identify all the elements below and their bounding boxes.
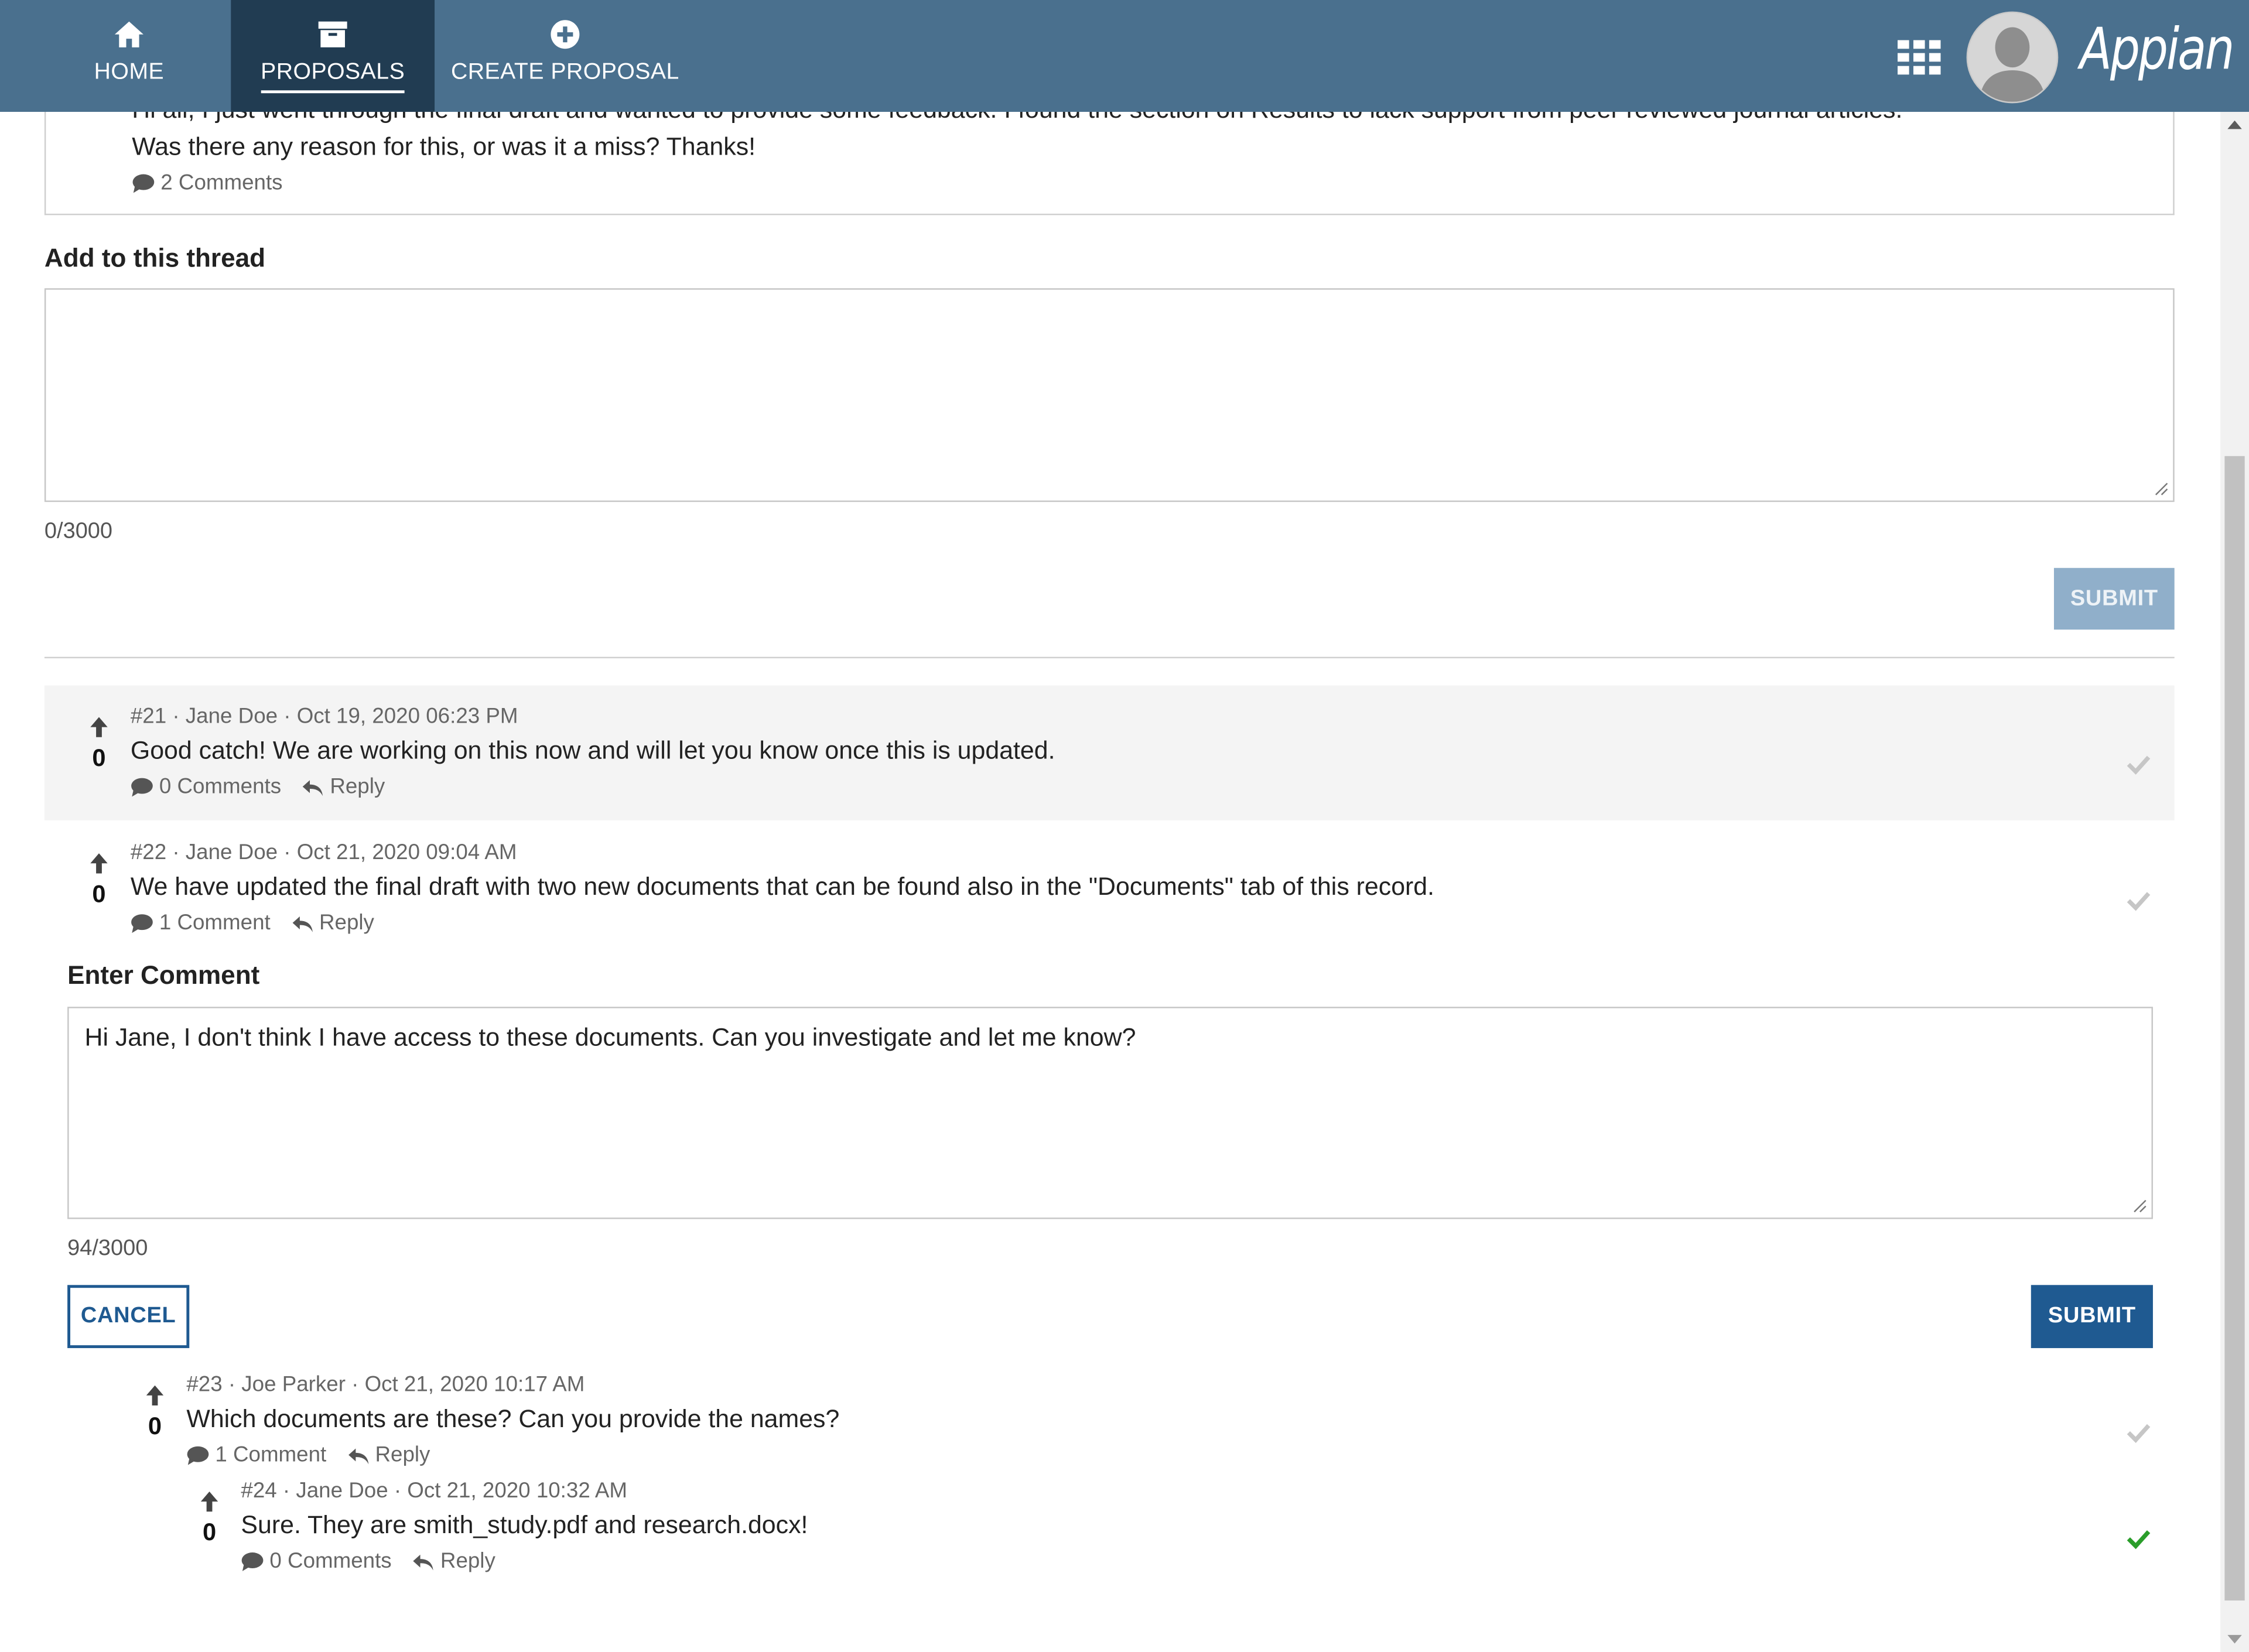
resize-grip-icon[interactable] bbox=[2133, 1199, 2147, 1213]
accept-check-icon[interactable] bbox=[2125, 753, 2151, 776]
comment-meta: #21 · Jane Doe · Oct 19, 2020 06:23 PM bbox=[130, 704, 518, 729]
comments-label: 0 Comments bbox=[159, 774, 282, 799]
scroll-down-arrow-icon[interactable] bbox=[2227, 1634, 2242, 1644]
avatar[interactable] bbox=[1966, 11, 2059, 104]
reply-label: Reply bbox=[319, 911, 374, 935]
reply-icon bbox=[302, 779, 323, 795]
reply-link[interactable]: Reply bbox=[347, 1442, 430, 1468]
comment-body: Good catch! We are working on this now a… bbox=[130, 736, 1055, 765]
reply-link[interactable]: Reply bbox=[290, 911, 374, 935]
resize-grip-icon[interactable] bbox=[2154, 482, 2168, 496]
reply-label: Reply bbox=[375, 1442, 430, 1468]
reply-icon bbox=[347, 1448, 368, 1464]
nav-create-proposal[interactable]: CREATE PROPOSAL bbox=[445, 0, 685, 112]
reply-icon bbox=[292, 915, 312, 932]
nav-create-label: CREATE PROPOSAL bbox=[450, 60, 679, 85]
comment-meta: #23 · Joe Parker · Oct 21, 2020 10:17 AM bbox=[186, 1372, 585, 1397]
comment-submit-button[interactable]: SUBMIT bbox=[2031, 1285, 2153, 1349]
top-navbar: HOME PROPOSALS CREATE PROPOSAL Appian bbox=[0, 0, 2249, 112]
nav-home-label: HOME bbox=[94, 60, 165, 85]
accept-check-icon[interactable] bbox=[2125, 889, 2151, 912]
thread-submit-button[interactable]: SUBMIT bbox=[2053, 567, 2175, 630]
comments-label: 0 Comments bbox=[269, 1548, 392, 1574]
accepted-check-icon[interactable] bbox=[2125, 1527, 2151, 1550]
comments-link[interactable]: 0 Comments bbox=[241, 1548, 392, 1574]
upvote-arrow-icon[interactable] bbox=[143, 1384, 166, 1407]
reply-link[interactable]: Reply bbox=[301, 774, 385, 799]
comment-icon bbox=[131, 914, 153, 932]
vote-block: 0 bbox=[82, 716, 117, 773]
post-meta: 2 Comments bbox=[132, 170, 303, 195]
vote-block: 0 bbox=[82, 852, 117, 909]
appian-logo: Appian bbox=[2080, 17, 2234, 84]
nav-proposals-label: PROPOSALS bbox=[261, 60, 405, 94]
nav-proposals[interactable]: PROPOSALS bbox=[231, 0, 435, 112]
post-text-line-2: Was there any reason for this, or was it… bbox=[132, 132, 756, 161]
vote-score: 0 bbox=[92, 744, 106, 772]
post-comments-link[interactable]: 2 Comments bbox=[132, 170, 283, 196]
comment-char-counter: 94/3000 bbox=[67, 1236, 148, 1261]
plus-circle-icon bbox=[551, 20, 580, 49]
upvote-arrow-icon[interactable] bbox=[87, 716, 110, 738]
vote-score: 0 bbox=[92, 880, 106, 908]
comment-body: We have updated the final draft with two… bbox=[130, 871, 1435, 901]
comment-item: 0 #21 · Jane Doe · Oct 19, 2020 06:23 PM… bbox=[82, 704, 2162, 819]
archive-box-icon bbox=[318, 21, 347, 47]
comment-actions: 1 Comment Reply bbox=[131, 911, 394, 935]
vote-block: 0 bbox=[138, 1384, 172, 1441]
divider bbox=[44, 656, 2175, 659]
comment-icon bbox=[241, 1551, 264, 1571]
comment-meta: #22 · Jane Doe · Oct 21, 2020 09:04 AM bbox=[130, 840, 517, 865]
cancel-button[interactable]: CANCEL bbox=[67, 1285, 190, 1349]
scroll-up-arrow-icon[interactable] bbox=[2227, 120, 2242, 129]
comment-item: 0 #24 · Jane Doe · Oct 21, 2020 10:32 AM… bbox=[192, 1479, 2161, 1579]
reply-icon bbox=[413, 1554, 433, 1570]
reply-link[interactable]: Reply bbox=[412, 1549, 495, 1574]
thread-textarea[interactable] bbox=[44, 288, 2175, 502]
comments-link[interactable]: 1 Comment bbox=[131, 911, 271, 935]
vote-score: 0 bbox=[202, 1518, 217, 1547]
scrollbar-thumb[interactable] bbox=[2224, 456, 2245, 1601]
comment-actions: 1 Comment Reply bbox=[186, 1442, 450, 1468]
vertical-scrollbar[interactable] bbox=[2220, 112, 2249, 1652]
comment-body: Which documents are these? Can you provi… bbox=[186, 1404, 840, 1433]
comment-form-label: Enter Comment bbox=[67, 960, 260, 990]
comment-body: Sure. They are smith_study.pdf and resea… bbox=[241, 1510, 808, 1539]
nav-home[interactable]: HOME bbox=[43, 0, 215, 112]
comments-link[interactable]: 0 Comments bbox=[131, 774, 281, 799]
comment-icon bbox=[132, 173, 155, 193]
comment-item: 0 #23 · Joe Parker · Oct 21, 2020 10:17 … bbox=[138, 1373, 2162, 1473]
thread-form-label: Add to this thread bbox=[44, 244, 266, 273]
comment-icon bbox=[187, 1445, 209, 1465]
comments-link[interactable]: 1 Comment bbox=[186, 1442, 327, 1468]
upvote-arrow-icon[interactable] bbox=[87, 852, 110, 875]
vote-score: 0 bbox=[148, 1412, 162, 1440]
accept-check-icon[interactable] bbox=[2125, 1421, 2151, 1444]
home-icon bbox=[114, 21, 143, 47]
grid-icon[interactable] bbox=[1896, 37, 1942, 78]
comment-actions: 0 Comments Reply bbox=[131, 774, 405, 799]
comment-textarea[interactable]: Hi Jane, I don't think I have access to … bbox=[67, 1007, 2153, 1219]
comment-actions: 0 Comments Reply bbox=[241, 1549, 515, 1574]
comment-meta: #24 · Jane Doe · Oct 21, 2020 10:32 AM bbox=[241, 1478, 628, 1503]
app-stage: Hi all, I just went through the final dr… bbox=[0, 0, 2249, 1652]
thread-char-counter: 0/3000 bbox=[44, 519, 113, 544]
user-silhouette-icon bbox=[1968, 13, 2057, 102]
vote-block: 0 bbox=[192, 1490, 227, 1548]
post-comments-label: 2 Comments bbox=[160, 170, 283, 196]
reply-label: Reply bbox=[330, 774, 385, 799]
comments-label: 1 Comment bbox=[159, 911, 271, 935]
comment-icon bbox=[131, 777, 153, 796]
comments-label: 1 Comment bbox=[215, 1442, 327, 1468]
reply-label: Reply bbox=[440, 1548, 495, 1574]
upvote-arrow-icon[interactable] bbox=[198, 1490, 221, 1513]
comment-item: 0 #22 · Jane Doe · Oct 21, 2020 09:04 AM… bbox=[82, 840, 2162, 955]
